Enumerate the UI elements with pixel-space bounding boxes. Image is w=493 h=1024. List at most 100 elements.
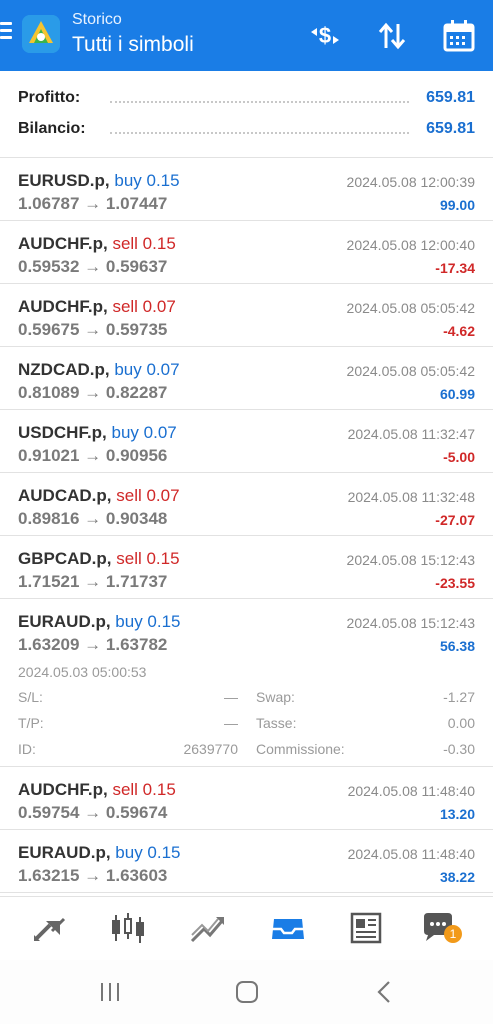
swap-label: Swap:: [256, 689, 295, 705]
trade-title: EURAUD.p, buy 0.15: [18, 612, 181, 632]
trade-title: AUDCAD.p, sell 0.07: [18, 486, 180, 506]
trade-prices: 1.63209 → 1.63782: [18, 635, 168, 654]
trade-icon[interactable]: [188, 911, 228, 945]
balance-row: Bilancio: 659.81: [18, 120, 475, 144]
trade-close-time: 2024.05.08 11:48:40: [347, 783, 475, 799]
trade-profit: -17.34: [435, 260, 475, 276]
trade-row[interactable]: EURUSD.p, buy 0.15 1.06787 → 1.07447 2024.…: [0, 158, 493, 221]
trade-profit: -4.62: [443, 323, 475, 339]
trade-profit: 38.22: [439, 869, 475, 885]
trade-symbol: EURAUD.p,: [18, 843, 111, 862]
trade-close-time: 2024.05.08 05:05:42: [346, 300, 475, 316]
trade-symbol: EURAUD.p,: [18, 612, 111, 631]
trade-row[interactable]: GBPCAD.p, sell 0.15 1.71521 → 1.71737 2024…: [0, 536, 493, 599]
trade-row[interactable]: AUDCHF.p, sell 0.15 0.59532 → 0.59637 2024…: [0, 221, 493, 284]
trade-profit: 56.38: [439, 638, 475, 654]
trade-type: buy 0.07: [111, 423, 177, 442]
chat-badge: 1: [444, 925, 462, 943]
trade-profit: 60.99: [439, 386, 475, 402]
svg-text:$: $: [319, 23, 331, 48]
header-title[interactable]: Tutti i simboli: [72, 33, 194, 57]
trade-prices: 0.59532 → 0.59637: [18, 257, 168, 276]
trade-profit: -5.00: [443, 449, 475, 465]
app-header: Storico Tutti i simboli $: [0, 0, 493, 71]
trade-prices: 0.59754 → 0.59674: [18, 803, 168, 822]
trade-title: GBPCAD.p, sell 0.15: [18, 549, 180, 569]
trade-close-time: 2024.05.08 11:32:47: [347, 426, 475, 442]
trade-profit: 13.20: [439, 806, 475, 822]
trade-close-time: 2024.05.08 11:48:40: [347, 846, 475, 862]
trade-symbol: USDCHF.p,: [18, 423, 107, 442]
trade-symbol: AUDCHF.p,: [18, 234, 108, 253]
quotes-icon[interactable]: [30, 911, 70, 945]
menu-icon[interactable]: [0, 22, 14, 44]
commission-value: -0.30: [443, 741, 475, 757]
trade-close-time: 2024.05.08 12:00:39: [346, 174, 475, 190]
trade-prices: 0.59675 → 0.59735: [18, 320, 168, 339]
trade-symbol: GBPCAD.p,: [18, 549, 112, 568]
trade-profit: -27.07: [435, 512, 475, 528]
chart-icon[interactable]: [108, 911, 148, 945]
header-subtitle: Storico: [72, 11, 122, 28]
trade-row[interactable]: USDCHF.p, buy 0.07 0.91021 → 0.90956 2024.…: [0, 410, 493, 473]
trade-row[interactable]: EURAUD.p, buy 0.15 1.63215 → 1.63603 2024.…: [0, 830, 493, 893]
trade-symbol: NZDCAD.p,: [18, 360, 110, 379]
trade-title: AUDCHF.p, sell 0.15: [18, 234, 176, 254]
trade-row[interactable]: NZDCAD.p, buy 0.07 0.81089 → 0.82287 2024.…: [0, 347, 493, 410]
trade-title: NZDCAD.p, buy 0.07: [18, 360, 180, 380]
trade-row[interactable]: AUDCHF.p, sell 0.15 0.59754 → 0.59674 2024…: [0, 767, 493, 830]
history-icon[interactable]: [268, 911, 308, 945]
profit-row: Profitto: 659.81: [18, 89, 475, 113]
recent-apps-icon[interactable]: [95, 978, 125, 1006]
tax-label: Tasse:: [256, 715, 297, 731]
trade-close-time: 2024.05.08 05:05:42: [346, 363, 475, 379]
sort-icon[interactable]: [374, 18, 410, 54]
chat-icon[interactable]: 1: [420, 911, 462, 945]
trade-type: buy 0.07: [114, 360, 180, 379]
trade-symbol: AUDCHF.p,: [18, 780, 108, 799]
trade-prices: 0.91021 → 0.90956: [18, 446, 168, 465]
tp-value: —: [224, 715, 238, 731]
trade-symbol: AUDCAD.p,: [18, 486, 112, 505]
trade-type: buy 0.15: [115, 843, 181, 862]
trade-type: sell 0.15: [116, 549, 180, 568]
trade-title: EURAUD.p, buy 0.15: [18, 843, 181, 863]
trade-prices: 1.06787 → 1.07447: [18, 194, 168, 213]
trade-title: AUDCHF.p, sell 0.07: [18, 297, 176, 317]
trade-row[interactable]: AUDCHF.p, sell 0.07 0.59675 → 0.59735 2024…: [0, 284, 493, 347]
trade-close-time: 2024.05.08 15:12:43: [346, 552, 475, 568]
profit-value: 659.81: [426, 89, 475, 106]
account-summary: Profitto: 659.81 Bilancio: 659.81: [0, 71, 493, 158]
deposit-icon[interactable]: $: [307, 18, 343, 54]
tax-value: 0.00: [447, 715, 475, 731]
trade-profit: -23.55: [435, 575, 475, 591]
system-navigation-bar: [0, 960, 493, 1024]
trade-profit: 99.00: [439, 197, 475, 213]
trade-prices: 0.89816 → 0.90348: [18, 509, 168, 528]
dotted-leader: [110, 132, 409, 134]
trade-row[interactable]: AUDCAD.p, sell 0.07 0.89816 → 0.90348 2024…: [0, 473, 493, 536]
trade-type: buy 0.15: [114, 171, 180, 190]
balance-label: Bilancio:: [18, 120, 86, 137]
trade-type: sell 0.07: [116, 486, 180, 505]
trade-title: USDCHF.p, buy 0.07: [18, 423, 177, 443]
app-logo: [22, 15, 60, 53]
trade-title: AUDCHF.p, sell 0.15: [18, 780, 176, 800]
bottom-navigation: 1: [0, 896, 493, 960]
trade-prices: 1.63215 → 1.63603: [18, 866, 168, 885]
balance-value: 659.81: [426, 120, 475, 137]
back-icon[interactable]: [370, 978, 400, 1006]
calendar-icon[interactable]: [441, 18, 477, 54]
trade-row[interactable]: EURAUD.p, buy 0.15 1.63209 → 1.63782 2024.…: [0, 599, 493, 767]
commission-label: Commissione:: [256, 741, 345, 757]
id-value: 2639770: [183, 741, 238, 757]
trade-close-time: 2024.05.08 11:32:48: [347, 489, 475, 505]
trade-symbol: EURUSD.p,: [18, 171, 110, 190]
trade-prices: 0.81089 → 0.82287: [18, 383, 168, 402]
news-icon[interactable]: [346, 911, 386, 945]
home-icon[interactable]: [232, 978, 262, 1006]
trade-open-time: 2024.05.03 05:00:53: [18, 664, 147, 680]
trade-prices: 1.71521 → 1.71737: [18, 572, 168, 591]
tp-label: T/P:: [18, 715, 44, 731]
sl-value: —: [224, 689, 238, 705]
